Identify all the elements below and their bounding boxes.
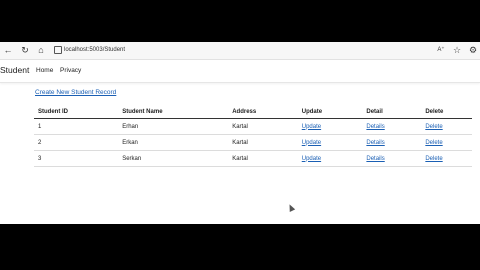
header-update: Update [297, 106, 363, 119]
cell-student-id: 2 [34, 134, 119, 151]
favorites-icon[interactable]: ☆ [452, 45, 462, 55]
cell-address: Kartal [228, 134, 298, 151]
browser-toolbar: ← ↻ ⌂ localhost:5003/Student A⁺ ☆ ⚙ [0, 42, 480, 60]
update-link[interactable]: Update [302, 124, 321, 130]
address-bar[interactable]: localhost:5003/Student [52, 44, 432, 56]
browser-window: ← ↻ ⌂ localhost:5003/Student A⁺ ☆ ⚙ Stud… [0, 42, 480, 224]
home-icon[interactable]: ⌂ [36, 45, 46, 55]
table-row: 3 Serkan Kartal Update Details Delete [34, 150, 472, 167]
cell-student-name: Erhan [118, 118, 229, 135]
details-link[interactable]: Details [366, 140, 384, 146]
back-arrow-icon[interactable]: ← [3, 45, 13, 55]
table-header-row: Student ID Student Name Address Update D… [34, 106, 472, 119]
update-link[interactable]: Update [302, 156, 321, 162]
header-detail: Detail [362, 106, 422, 119]
details-link[interactable]: Details [366, 156, 384, 162]
navbar-brand[interactable]: Student [0, 65, 29, 75]
cell-address: Kartal [228, 118, 298, 135]
table-row: 1 Erhan Kartal Update Details Delete [34, 118, 472, 135]
delete-link[interactable]: Delete [425, 156, 442, 162]
url-text: localhost:5003/Student [64, 47, 126, 53]
nav-link-home[interactable]: Home [36, 67, 53, 74]
create-student-link[interactable]: Create New Student Record [35, 89, 116, 96]
table-row: 2 Erkan Kartal Update Details Delete [34, 134, 472, 151]
students-table: Student ID Student Name Address Update D… [34, 106, 472, 167]
header-student-id: Student ID [34, 106, 119, 119]
cell-student-name: Serkan [118, 150, 229, 167]
app-navbar: Student Home Privacy [0, 60, 480, 83]
details-link[interactable]: Details [366, 124, 384, 130]
header-address: Address [228, 106, 298, 119]
cell-address: Kartal [228, 150, 298, 167]
mouse-cursor [286, 203, 296, 212]
nav-link-privacy[interactable]: Privacy [60, 67, 81, 74]
header-student-name: Student Name [118, 106, 229, 119]
cell-student-name: Erkan [118, 134, 229, 151]
update-link[interactable]: Update [302, 140, 321, 146]
cell-student-id: 1 [34, 118, 119, 135]
cell-student-id: 3 [34, 150, 119, 167]
extensions-icon[interactable]: ⚙ [468, 45, 478, 55]
header-delete: Delete [421, 106, 472, 119]
delete-link[interactable]: Delete [425, 124, 442, 130]
lock-icon [54, 46, 62, 54]
delete-link[interactable]: Delete [425, 140, 442, 146]
read-aloud-icon[interactable]: A⁺ [436, 45, 446, 55]
refresh-icon[interactable]: ↻ [20, 45, 30, 55]
